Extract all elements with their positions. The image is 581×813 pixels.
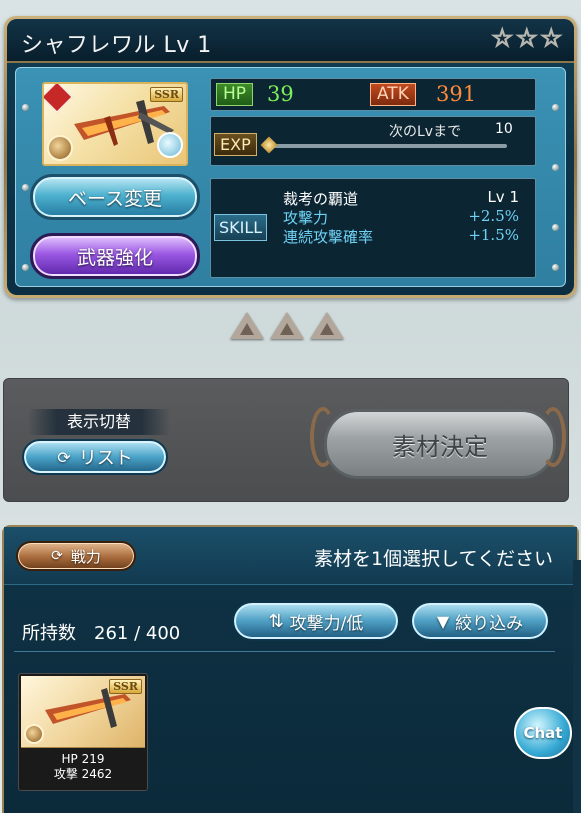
rivet-icon <box>552 164 559 171</box>
rivet-icon <box>22 104 29 111</box>
uncap-pyramid-icon <box>230 312 264 339</box>
rivet-icon <box>552 104 559 111</box>
star-outline-icon: ☆ <box>540 24 563 52</box>
weapon-type-icon <box>24 724 44 744</box>
upgrade-weapon-button[interactable]: 武器強化 <box>30 233 200 279</box>
atk-label: ATK <box>370 83 416 106</box>
sort-label: 攻撃力/低 <box>289 613 364 634</box>
power-toggle-button[interactable]: ⟳ 戦力 <box>16 541 136 571</box>
exp-box: 次のLvまで 10 EXP <box>210 116 536 166</box>
filter-label: 絞り込み <box>455 613 524 634</box>
next-level-label: 次のLvまで <box>389 124 462 140</box>
exp-bar <box>267 144 507 148</box>
rivet-icon <box>552 264 559 271</box>
funnel-icon: ▼ <box>436 611 450 631</box>
filter-button[interactable]: ▼ 絞り込み <box>410 601 550 641</box>
change-base-button[interactable]: ベース変更 <box>30 174 200 220</box>
material-panel: ⟳ 戦力 素材を1個選択してください 所持数 261 / 400 ⇅ 攻撃力/低… <box>2 525 579 813</box>
uncap-indicator <box>230 312 344 339</box>
item-atk: 攻撃 2462 <box>53 767 113 781</box>
select-instruction: 素材を1個選択してください <box>314 548 553 570</box>
skill-box: SKILL 裁考の覇道 Lv 1 攻撃力 +2.5% 連続攻撃確率 +1.5% <box>210 178 536 278</box>
material-item-card[interactable]: SSR HP 219 攻撃 2462 <box>18 673 148 791</box>
scrollbar-track[interactable] <box>573 560 581 813</box>
display-toggle-label: 表示切替 <box>28 409 170 435</box>
rarity-badge: SSR <box>150 87 183 102</box>
skill-effect-value: +2.5% <box>468 207 519 225</box>
rarity-badge: SSR <box>109 679 142 694</box>
material-header: ⟳ 戦力 素材を1個選択してください <box>4 527 577 585</box>
next-level-exp: 10 <box>495 121 513 137</box>
weapon-title-bar: シャフレワル Lv 1 ☆ ☆ ☆ <box>7 19 574 63</box>
power-label: 戦力 <box>70 547 101 566</box>
uncap-pyramid-icon <box>310 312 344 339</box>
uncap-pyramid-icon <box>270 312 304 339</box>
list-view-label: リスト <box>78 448 133 469</box>
weapon-thumbnail[interactable]: SSR <box>42 82 188 166</box>
action-panel: 表示切替 ⟳ リスト 素材決定 <box>3 378 569 502</box>
material-item-image: SSR <box>21 676 145 748</box>
stats-box: HP 39 ATK 391 <box>210 78 536 111</box>
rivet-icon <box>552 224 559 231</box>
refresh-icon: ⟳ <box>57 447 71 467</box>
hp-value: 39 <box>267 82 294 106</box>
rivet-icon <box>22 184 29 191</box>
refresh-icon: ⟳ <box>51 548 63 564</box>
ornament-right-icon <box>540 407 566 467</box>
skill-label: SKILL <box>214 214 268 241</box>
exp-knob-icon <box>260 136 278 154</box>
sort-arrows-icon: ⇅ <box>268 610 284 632</box>
confirm-material-button[interactable]: 素材決定 <box>324 409 556 479</box>
skill-effect-name: 連続攻撃確率 <box>283 228 374 246</box>
list-view-button[interactable]: ⟳ リスト <box>22 439 168 475</box>
rivet-icon <box>22 264 29 271</box>
star-outline-icon: ☆ <box>515 24 538 52</box>
weapon-title: シャフレワル Lv 1 <box>21 33 212 58</box>
atk-value: 391 <box>436 82 477 106</box>
skill-level: Lv 1 <box>487 188 519 206</box>
star-outline-icon: ☆ <box>491 24 514 52</box>
divider <box>14 651 555 652</box>
skill-aura-icon <box>157 132 183 158</box>
weapon-type-icon <box>47 135 73 161</box>
owned-count: 所持数 261 / 400 <box>22 623 181 644</box>
sort-button[interactable]: ⇅ 攻撃力/低 <box>232 601 400 641</box>
exp-label: EXP <box>214 133 257 156</box>
skill-name: 裁考の覇道 <box>283 190 359 208</box>
material-item-stats: HP 219 攻撃 2462 <box>19 752 147 782</box>
chat-button[interactable]: Chat <box>514 707 572 759</box>
hp-label: HP <box>216 83 254 106</box>
skill-effect-name: 攻撃力 <box>283 209 329 227</box>
skill-effect-value: +1.5% <box>468 226 519 244</box>
star-rating: ☆ ☆ ☆ <box>491 24 563 52</box>
item-hp: HP 219 <box>61 752 105 766</box>
